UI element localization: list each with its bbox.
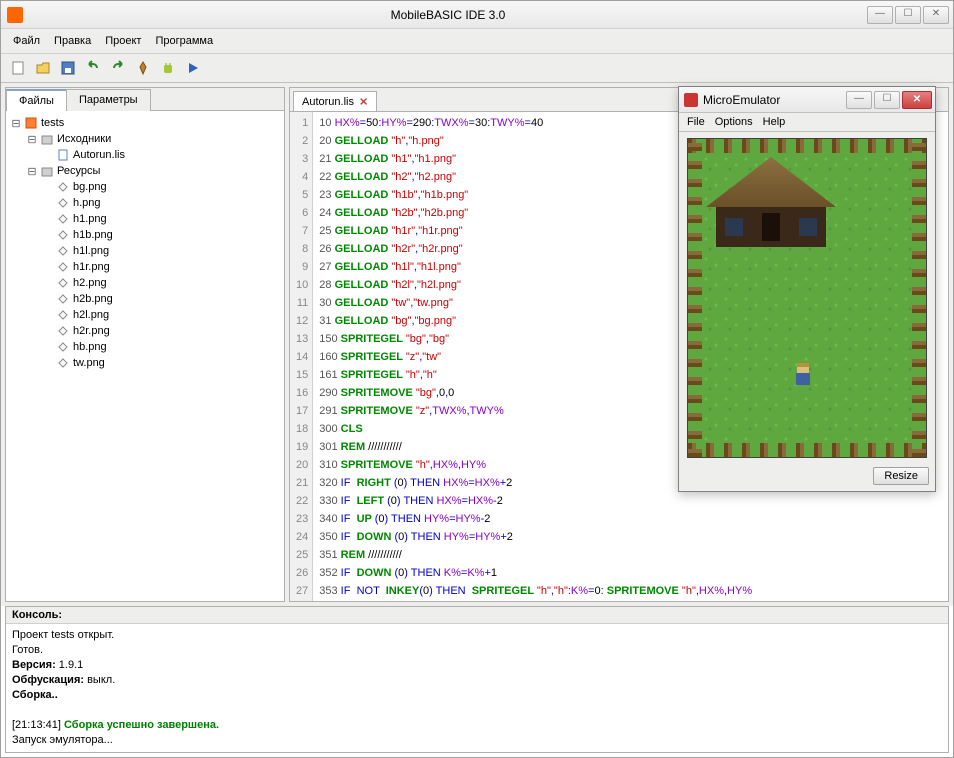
character-sprite (794, 363, 812, 389)
console-output: Проект tests открыт.Готов.Версия: 1.9.1О… (6, 624, 948, 752)
tree-resource-file[interactable]: h2b.png (8, 291, 282, 307)
menubar: Файл Правка Проект Программа (1, 29, 953, 54)
maximize-button[interactable]: ☐ (895, 6, 921, 24)
tree-resource-file[interactable]: tw.png (8, 355, 282, 371)
emulator-maximize-button[interactable]: ☐ (874, 91, 900, 109)
tree-source-file[interactable]: Autorun.lis (8, 147, 282, 163)
emulator-screen (687, 138, 927, 458)
titlebar: MobileBASIC IDE 3.0 — ☐ ✕ (1, 1, 953, 29)
build-icon[interactable] (132, 57, 154, 79)
project-panel: Файлы Параметры ⊟tests⊟ИсходникиAutorun.… (5, 87, 285, 602)
window-title: MobileBASIC IDE 3.0 (29, 8, 867, 22)
tree-resource-file[interactable]: hb.png (8, 339, 282, 355)
emulator-menu-options[interactable]: Options (715, 116, 753, 128)
minimize-button[interactable]: — (867, 6, 893, 24)
tree-resource-file[interactable]: h1l.png (8, 243, 282, 259)
tree-resource-file[interactable]: h2l.png (8, 307, 282, 323)
menu-file[interactable]: Файл (7, 33, 46, 49)
new-icon[interactable] (7, 57, 29, 79)
tree-root[interactable]: ⊟tests (8, 115, 282, 131)
redo-icon[interactable] (107, 57, 129, 79)
emulator-titlebar[interactable]: MicroEmulator — ☐ ✕ (679, 87, 935, 113)
house-sprite (706, 157, 836, 247)
emulator-menu-help[interactable]: Help (763, 116, 786, 128)
tab-files[interactable]: Файлы (6, 89, 67, 111)
close-button[interactable]: ✕ (923, 6, 949, 24)
app-icon (7, 7, 23, 23)
tree-resource-file[interactable]: h.png (8, 195, 282, 211)
project-tree[interactable]: ⊟tests⊟ИсходникиAutorun.lis⊟Ресурсыbg.pn… (6, 111, 284, 601)
menu-edit[interactable]: Правка (48, 33, 97, 49)
toolbar (1, 54, 953, 83)
editor-tab-label: Autorun.lis (302, 96, 354, 108)
emulator-app-icon (684, 93, 698, 107)
run-icon[interactable] (182, 57, 204, 79)
undo-icon[interactable] (82, 57, 104, 79)
editor-tab-autorun[interactable]: Autorun.lis ⨯ (293, 91, 377, 111)
emulator-menubar: File Options Help (679, 113, 935, 132)
tab-params[interactable]: Параметры (66, 89, 151, 111)
emulator-close-button[interactable]: ✕ (902, 91, 932, 109)
tree-resource-file[interactable]: h1.png (8, 211, 282, 227)
menu-program[interactable]: Программа (149, 33, 219, 49)
close-icon[interactable]: ⨯ (359, 95, 368, 108)
tree-resource-file[interactable]: h1b.png (8, 227, 282, 243)
tree-resource-file[interactable]: h2.png (8, 275, 282, 291)
tree-resource-file[interactable]: bg.png (8, 179, 282, 195)
open-icon[interactable] (32, 57, 54, 79)
emulator-minimize-button[interactable]: — (846, 91, 872, 109)
tree-resource-file[interactable]: h1r.png (8, 259, 282, 275)
tree-resource-file[interactable]: h2r.png (8, 323, 282, 339)
resize-button[interactable]: Resize (873, 467, 929, 485)
tree-sources-folder[interactable]: ⊟Исходники (8, 131, 282, 147)
menu-project[interactable]: Проект (99, 33, 147, 49)
android-icon[interactable] (157, 57, 179, 79)
emulator-window[interactable]: MicroEmulator — ☐ ✕ File Options Help Re… (678, 86, 936, 492)
save-icon[interactable] (57, 57, 79, 79)
console-header: Консоль: (6, 607, 948, 624)
tree-resources-folder[interactable]: ⊟Ресурсы (8, 163, 282, 179)
emulator-title: MicroEmulator (703, 93, 846, 107)
console-panel: Консоль: Проект tests открыт.Готов.Верси… (5, 606, 949, 753)
emulator-menu-file[interactable]: File (687, 116, 705, 128)
